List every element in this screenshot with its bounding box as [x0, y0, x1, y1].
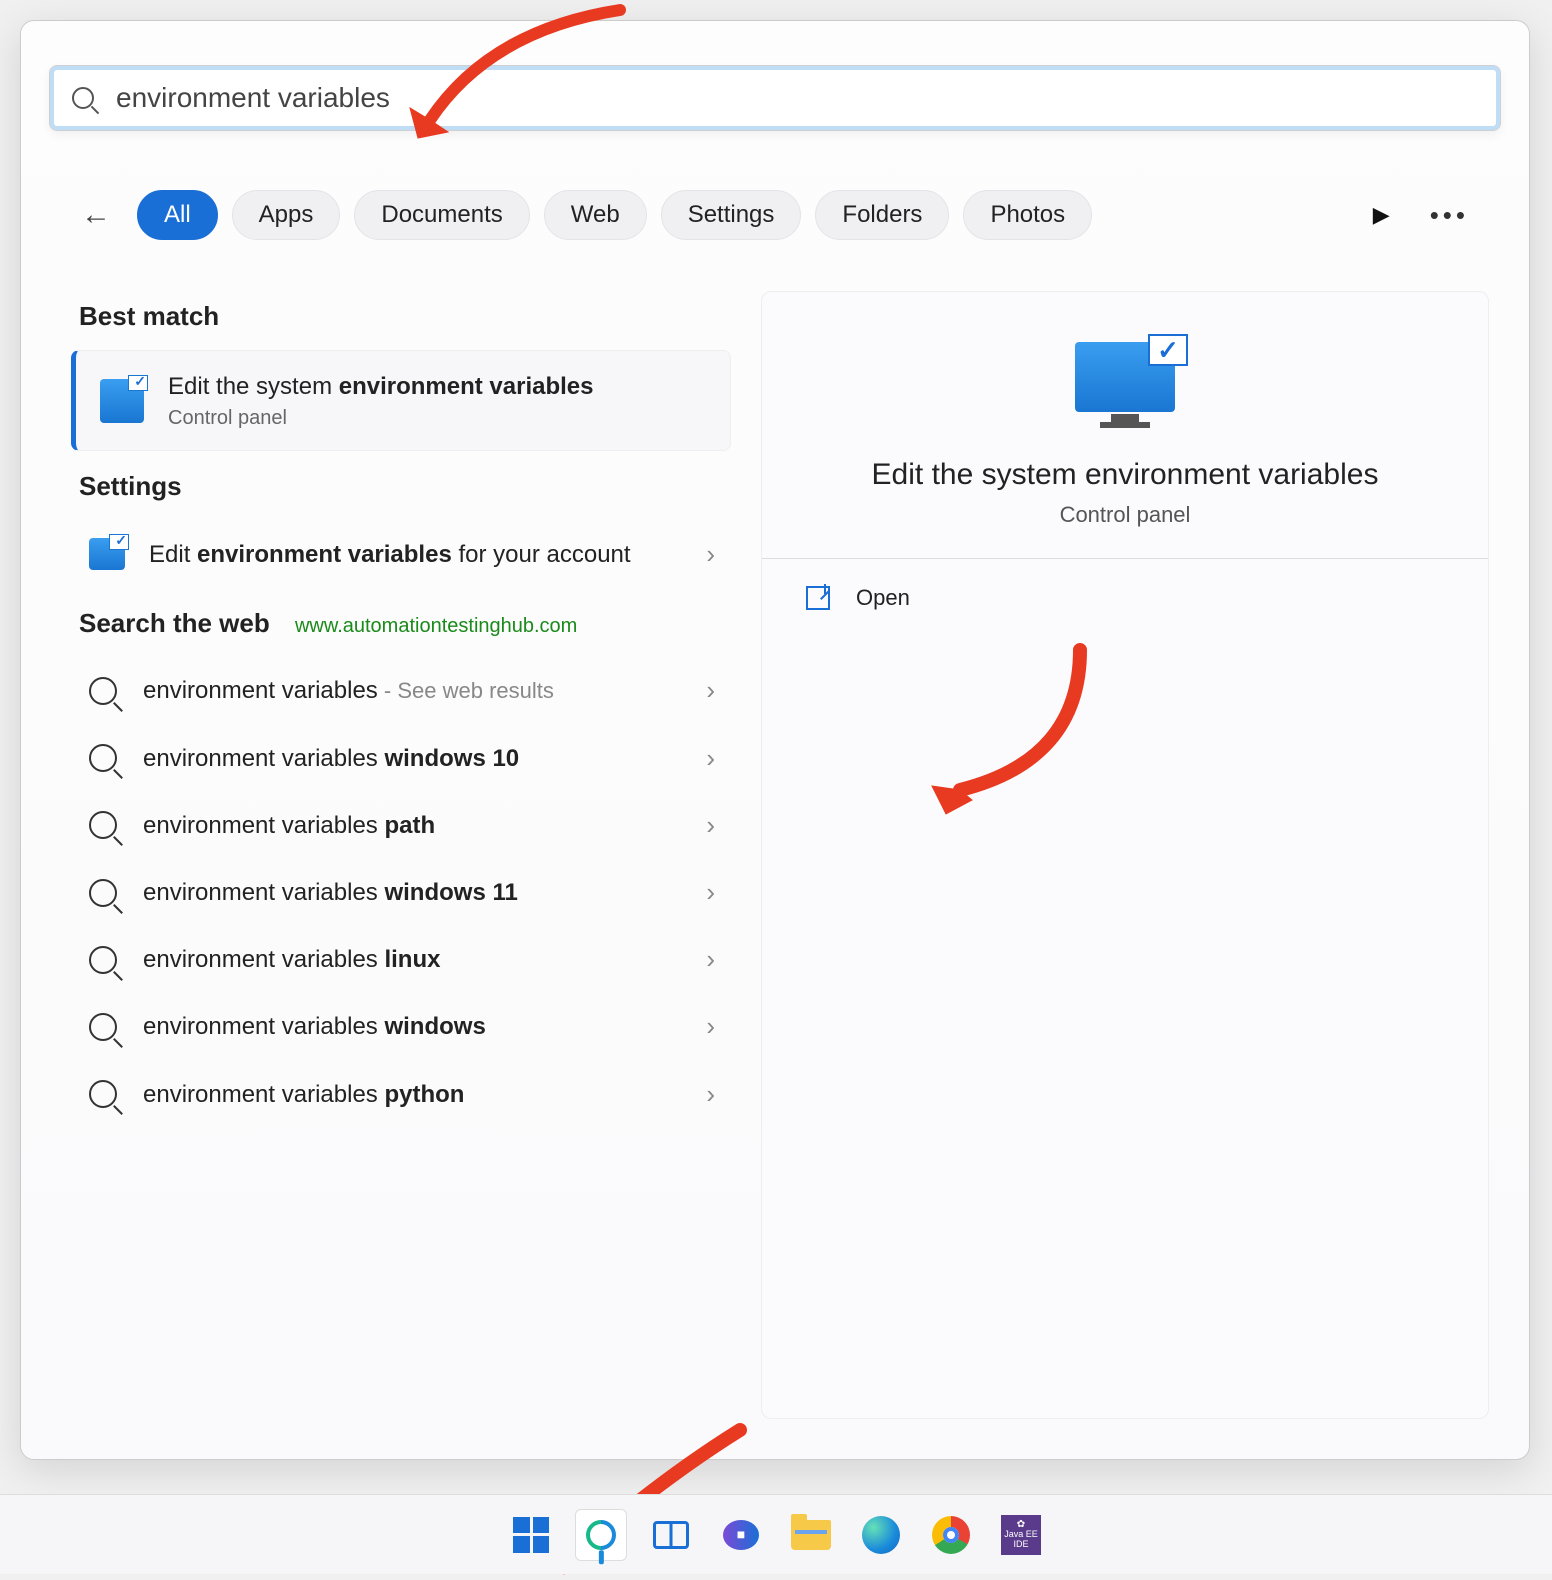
open-label: Open — [856, 585, 910, 611]
web-heading: Search the web www.automationtestinghub.… — [79, 608, 723, 639]
detail-title: Edit the system environment variables — [796, 458, 1454, 492]
play-icon[interactable]: ▶ — [1373, 202, 1390, 228]
chrome-icon — [932, 1516, 970, 1554]
folder-icon — [791, 1520, 831, 1550]
filter-all[interactable]: All — [137, 190, 218, 240]
filter-apps[interactable]: Apps — [232, 190, 341, 240]
taskview-button[interactable] — [645, 1509, 697, 1561]
filter-folders[interactable]: Folders — [815, 190, 949, 240]
filter-settings[interactable]: Settings — [661, 190, 802, 240]
search-icon — [89, 879, 117, 907]
taskview-icon — [653, 1521, 689, 1549]
detail-monitor-check-icon: ✓ — [1070, 342, 1180, 432]
chat-button[interactable] — [715, 1509, 767, 1561]
best-match-subtitle: Control panel — [168, 407, 594, 430]
web-result[interactable]: environment variables linux › — [71, 926, 731, 993]
javaee-button[interactable]: ✿Java EE IDE — [995, 1509, 1047, 1561]
javaee-icon: ✿Java EE IDE — [1001, 1515, 1041, 1555]
search-icon — [89, 1013, 117, 1041]
edge-icon — [862, 1516, 900, 1554]
chevron-right-icon: › — [706, 1079, 715, 1110]
search-icon — [580, 1513, 622, 1555]
chevron-right-icon: › — [706, 810, 715, 841]
settings-result[interactable]: Edit environment variables for your acco… — [71, 520, 731, 588]
search-input[interactable] — [114, 81, 1478, 115]
search-icon — [89, 946, 117, 974]
more-options-icon[interactable]: ••• — [1430, 200, 1469, 231]
filter-documents[interactable]: Documents — [354, 190, 529, 240]
chrome-button[interactable] — [925, 1509, 977, 1561]
chevron-right-icon: › — [706, 539, 715, 570]
filter-photos[interactable]: Photos — [963, 190, 1092, 240]
best-match-heading: Best match — [79, 301, 723, 332]
settings-result-text: Edit environment variables for your acco… — [149, 539, 721, 570]
chevron-right-icon: › — [706, 675, 715, 706]
monitor-check-icon — [100, 379, 144, 423]
web-result[interactable]: environment variables windows › — [71, 993, 731, 1060]
windows-logo-icon — [513, 1517, 549, 1553]
open-external-icon — [806, 586, 830, 610]
filter-bar: ← All Apps Documents Web Settings Folder… — [81, 185, 1489, 245]
taskbar: ✿Java EE IDE — [0, 1494, 1552, 1574]
chevron-right-icon: › — [706, 743, 715, 774]
chevron-right-icon: › — [706, 944, 715, 975]
search-window: ← All Apps Documents Web Settings Folder… — [20, 20, 1530, 1460]
best-match-result[interactable]: Edit the system environment variables Co… — [71, 350, 731, 451]
web-result[interactable]: environment variables windows 11 › — [71, 859, 731, 926]
explorer-button[interactable] — [785, 1509, 837, 1561]
search-bar[interactable] — [49, 65, 1501, 131]
detail-subtitle: Control panel — [796, 502, 1454, 528]
settings-heading: Settings — [79, 471, 723, 502]
detail-pane: ✓ Edit the system environment variables … — [761, 291, 1489, 1419]
search-icon — [89, 677, 117, 705]
search-icon — [72, 87, 94, 109]
open-action[interactable]: Open — [796, 559, 1454, 637]
web-result[interactable]: environment variables windows 10 › — [71, 725, 731, 792]
search-icon — [89, 1080, 117, 1108]
monitor-check-icon — [89, 538, 125, 570]
chevron-right-icon: › — [706, 877, 715, 908]
web-result[interactable]: environment variables - See web results … — [71, 657, 731, 724]
back-arrow-icon[interactable]: ← — [81, 198, 111, 232]
edge-button[interactable] — [855, 1509, 907, 1561]
taskbar-search-button[interactable] — [575, 1509, 627, 1561]
filter-web[interactable]: Web — [544, 190, 647, 240]
chat-icon — [723, 1520, 759, 1550]
search-icon — [89, 744, 117, 772]
best-match-title: Edit the system environment variables — [168, 371, 594, 403]
search-icon — [89, 811, 117, 839]
chevron-right-icon: › — [706, 1011, 715, 1042]
start-button[interactable] — [505, 1509, 557, 1561]
watermark-url: www.automationtestinghub.com — [295, 615, 577, 637]
web-result[interactable]: environment variables path › — [71, 792, 731, 859]
results-pane: Best match Edit the system environment v… — [71, 281, 731, 1439]
web-result[interactable]: environment variables python › — [71, 1061, 731, 1128]
